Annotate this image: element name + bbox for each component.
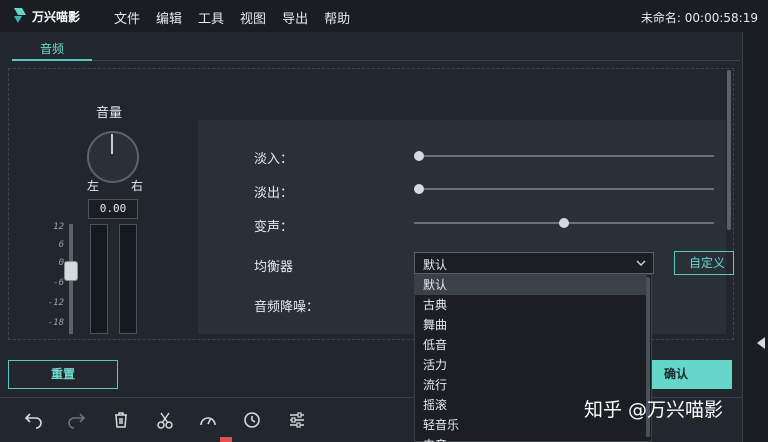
equalizer-select-value: 默认 bbox=[423, 258, 448, 272]
scale-tick: 6 bbox=[58, 240, 64, 250]
fade-out-label: 淡出： bbox=[254, 186, 294, 201]
playhead-marker[interactable] bbox=[220, 437, 232, 442]
fade-in-slider-thumb[interactable] bbox=[414, 151, 424, 161]
menu-tools[interactable]: 工具 bbox=[198, 8, 224, 27]
dropdown-option[interactable]: 默认 bbox=[415, 275, 647, 295]
menu-help[interactable]: 帮助 bbox=[324, 8, 350, 27]
undo-icon[interactable] bbox=[24, 410, 44, 430]
tab-divider bbox=[92, 60, 740, 61]
project-title: 未命名: 00:00:58:19 bbox=[640, 11, 758, 25]
app-logo-icon bbox=[14, 8, 26, 23]
redo-icon[interactable] bbox=[66, 410, 86, 430]
dropdown-option[interactable]: 电音 bbox=[415, 435, 647, 442]
scale-tick: -18 bbox=[47, 318, 64, 328]
cut-icon[interactable] bbox=[155, 410, 175, 430]
right-edge-divider bbox=[742, 32, 743, 442]
collapse-arrow-icon[interactable] bbox=[757, 337, 765, 349]
scale-tick: -12 bbox=[47, 298, 64, 308]
dropdown-option[interactable]: 流行 bbox=[415, 375, 647, 395]
panel-scrollbar[interactable] bbox=[727, 70, 731, 230]
speed-icon[interactable] bbox=[198, 410, 218, 430]
fade-out-slider-thumb[interactable] bbox=[414, 184, 424, 194]
title-bar: 万兴喵影 文件 编辑 工具 视图 导出 帮助 未命名: 00:00:58:19 bbox=[0, 0, 768, 32]
tab-underline bbox=[12, 59, 92, 61]
menu-edit[interactable]: 编辑 bbox=[156, 8, 182, 27]
app-brand: 万兴喵影 bbox=[32, 10, 81, 24]
volume-title: 音量 bbox=[96, 106, 123, 121]
fade-in-slider[interactable] bbox=[414, 155, 714, 157]
balance-knob[interactable] bbox=[87, 131, 139, 183]
volume-value-field[interactable]: 0.00 bbox=[88, 199, 138, 219]
reset-button[interactable]: 重置 bbox=[8, 360, 118, 389]
dropdown-option[interactable]: 活力 bbox=[415, 355, 647, 375]
balance-knob-indicator bbox=[111, 134, 113, 154]
adjust-icon[interactable] bbox=[287, 410, 307, 430]
tab-audio[interactable]: 音频 bbox=[12, 40, 92, 60]
menu-bar: 文件 编辑 工具 视图 导出 帮助 bbox=[114, 8, 366, 27]
scale-tick: -6 bbox=[53, 278, 64, 288]
pitch-label: 变声： bbox=[254, 220, 294, 235]
ok-button[interactable]: 确认 bbox=[652, 360, 732, 389]
pitch-slider-thumb[interactable] bbox=[559, 218, 569, 228]
equalizer-label: 均衡器 bbox=[254, 260, 294, 275]
watermark: 知乎 @万兴喵影 bbox=[584, 399, 724, 421]
menu-export[interactable]: 导出 bbox=[282, 8, 308, 27]
fade-out-slider[interactable] bbox=[414, 188, 714, 190]
level-meter-right bbox=[119, 224, 137, 334]
balance-left-label: 左 bbox=[87, 179, 100, 193]
scale-tick: 12 bbox=[53, 222, 64, 232]
menu-view[interactable]: 视图 bbox=[240, 8, 266, 27]
denoise-label: 音频降噪： bbox=[254, 300, 320, 315]
right-edge-panel bbox=[742, 32, 768, 442]
dropdown-option[interactable]: 古典 bbox=[415, 295, 647, 315]
equalizer-select[interactable]: 默认 bbox=[414, 252, 654, 274]
volume-scale: 12 6 0 -6 -12 -18 bbox=[44, 222, 64, 332]
balance-right-label: 右 bbox=[131, 179, 144, 193]
menu-file[interactable]: 文件 bbox=[114, 8, 140, 27]
volume-slider-thumb[interactable] bbox=[64, 261, 78, 281]
custom-equalizer-button[interactable]: 自定义 bbox=[674, 251, 734, 275]
dropdown-option[interactable]: 舞曲 bbox=[415, 315, 647, 335]
fade-in-label: 淡入： bbox=[254, 152, 294, 167]
level-meter-left bbox=[90, 224, 108, 334]
dropdown-option[interactable]: 低音 bbox=[415, 335, 647, 355]
chevron-down-icon bbox=[636, 260, 646, 267]
clock-icon[interactable] bbox=[242, 410, 262, 430]
delete-icon[interactable] bbox=[111, 410, 131, 430]
